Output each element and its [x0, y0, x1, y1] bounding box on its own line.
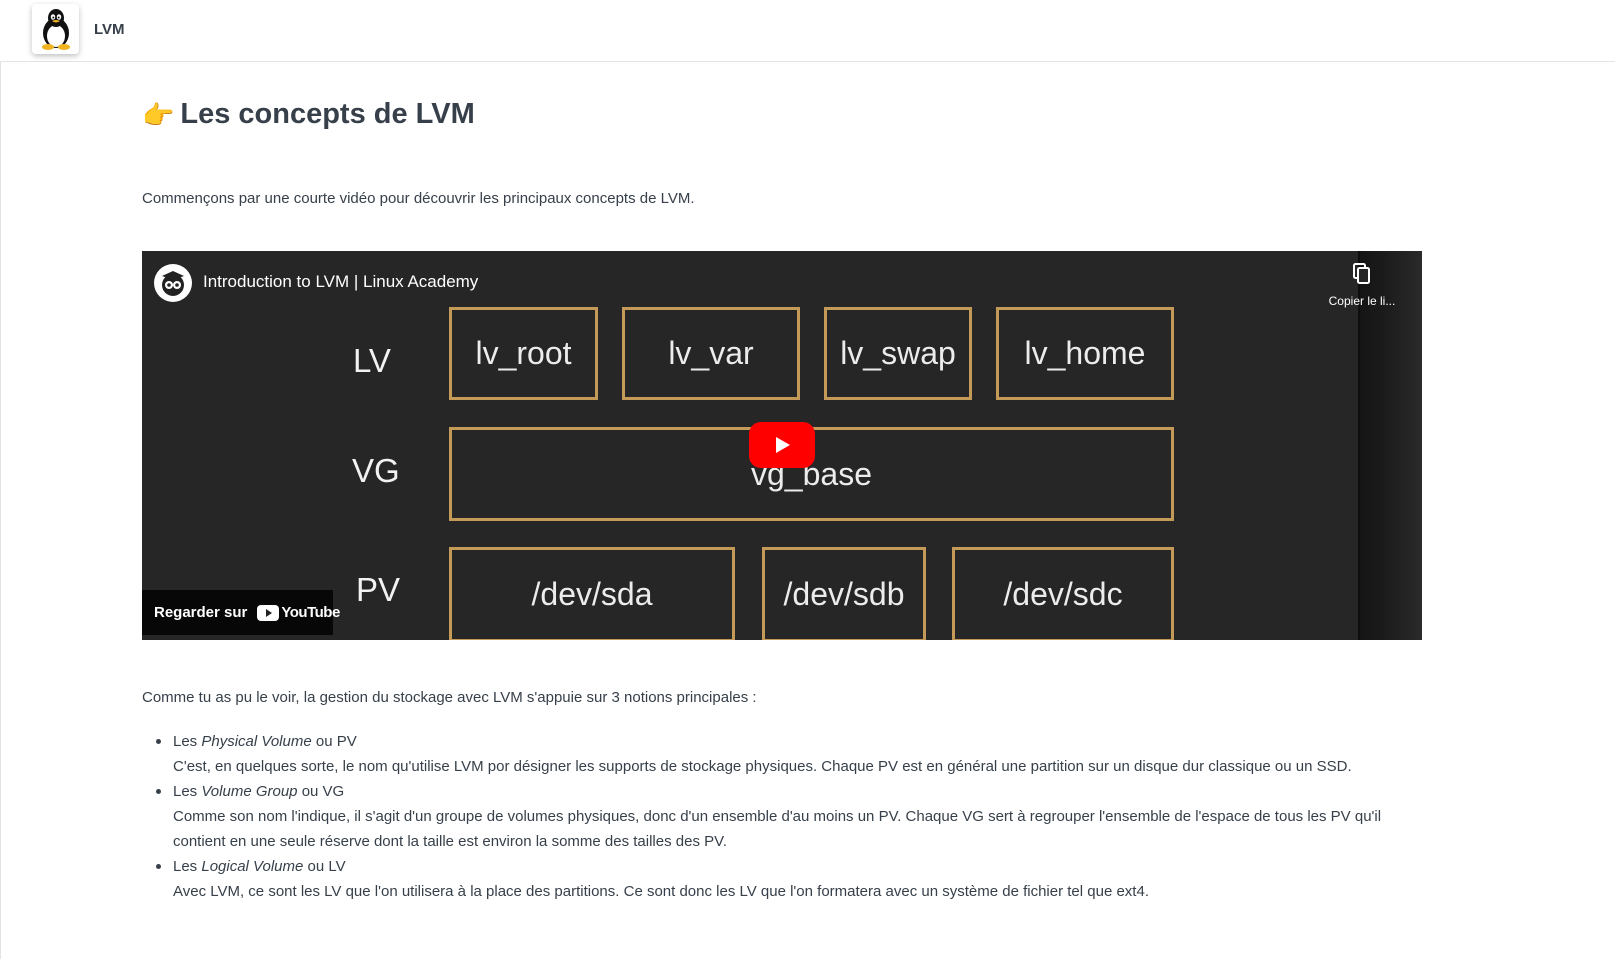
- lv-box: lv_home: [996, 307, 1174, 400]
- tux-penguin-icon: [41, 9, 70, 50]
- item-description: Avec LVM, ce sont les LV que l'on utilis…: [173, 883, 1149, 900]
- channel-avatar[interactable]: [154, 264, 192, 302]
- video-title[interactable]: Introduction to LVM | Linux Academy: [203, 272, 478, 292]
- bullet-dot: [156, 789, 161, 794]
- item-term: Physical Volume: [201, 733, 312, 750]
- item-suffix: ou VG: [297, 783, 345, 800]
- lv-box: lv_var: [622, 307, 800, 400]
- play-icon: [776, 437, 790, 453]
- pv-row-label: PV: [356, 571, 401, 608]
- watch-on-youtube-button[interactable]: Regarder sur YouTube: [142, 590, 340, 635]
- concepts-list: Les Physical Volume ou PV C'est, en quel…: [156, 729, 1433, 904]
- item-term: Logical Volume: [201, 858, 304, 875]
- page-left-border: [0, 0, 1, 959]
- copy-icon: [1353, 263, 1370, 284]
- pointing-hand-icon: 👉: [142, 99, 175, 130]
- list-item: Les Logical Volume ou LV Avec LVM, ce so…: [156, 854, 1433, 904]
- bullet-dot: [156, 739, 161, 744]
- item-prefix: Les: [173, 733, 202, 750]
- video-play-button[interactable]: [749, 422, 815, 468]
- owl-graduate-icon: [162, 271, 184, 296]
- video-side-shadow: [1358, 251, 1422, 640]
- pv-box: /dev/sdb: [762, 547, 926, 640]
- course-logo[interactable]: [32, 4, 79, 54]
- list-item: Les Volume Group ou VG Comme son nom l'i…: [156, 779, 1433, 854]
- app-title: LVM: [94, 21, 125, 38]
- item-prefix: Les: [173, 783, 202, 800]
- notions-intro-text: Comme tu as pu le voir, la gestion du st…: [142, 689, 757, 706]
- pv-box: /dev/sda: [449, 547, 735, 640]
- pv-box: /dev/sdc: [952, 547, 1174, 640]
- youtube-play-icon: [257, 604, 280, 621]
- intro-text: Commençons par une courte vidéo pour déc…: [142, 190, 695, 207]
- youtube-logo: YouTube: [257, 604, 340, 621]
- vg-row-label: VG: [352, 452, 400, 489]
- video-side-divider: [1358, 251, 1360, 640]
- copy-link-button[interactable]: Copier le li...: [1314, 263, 1410, 308]
- list-item: Les Physical Volume ou PV C'est, en quel…: [156, 729, 1433, 779]
- lv-row-label: LV: [353, 342, 391, 379]
- item-term: Volume Group: [201, 783, 298, 800]
- item-prefix: Les: [173, 858, 202, 875]
- youtube-video-embed[interactable]: Introduction to LVM | Linux Academy Copi…: [142, 251, 1422, 640]
- copy-link-label: Copier le li...: [1328, 294, 1396, 308]
- bullet-dot: [156, 864, 161, 869]
- item-description: C'est, en quelques sorte, le nom qu'util…: [173, 758, 1352, 775]
- watch-on-label: Regarder sur: [154, 604, 248, 621]
- section-heading: 👉 Les concepts de LVM: [142, 98, 475, 131]
- lv-box: lv_swap: [824, 307, 972, 400]
- item-description: Comme son nom l'indique, il s'agit d'un …: [173, 808, 1382, 850]
- item-suffix: ou LV: [303, 858, 346, 875]
- top-bar: LVM: [0, 0, 1615, 62]
- page-title: Les concepts de LVM: [180, 98, 475, 130]
- lv-box: lv_root: [449, 307, 598, 400]
- youtube-wordmark: YouTube: [281, 604, 340, 621]
- item-suffix: ou PV: [311, 733, 357, 750]
